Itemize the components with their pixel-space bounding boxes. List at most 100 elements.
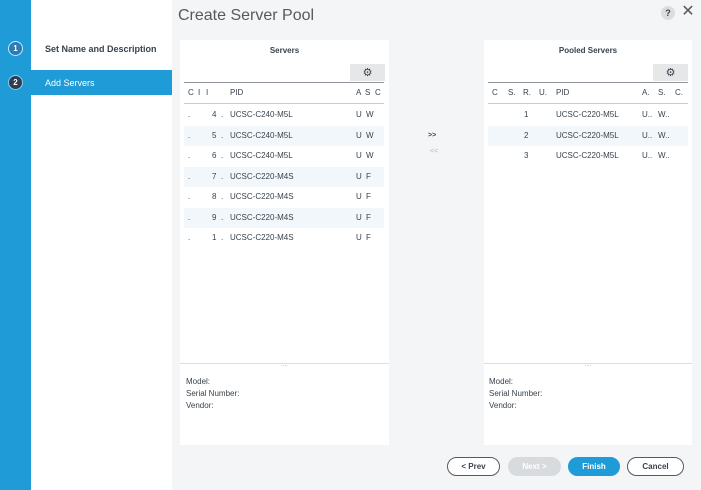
table-cell: F	[366, 171, 371, 181]
step-number-badge: 2	[8, 75, 23, 90]
table-cell: 3	[524, 151, 529, 160]
column-header[interactable]: PID	[556, 83, 569, 103]
table-cell: .	[188, 151, 191, 160]
wizard-steps-nav: 1 Set Name and Description 2 Add Servers	[0, 0, 172, 490]
table-cell: .	[221, 171, 224, 181]
table-cell: U	[356, 130, 362, 140]
table-cell: .	[221, 110, 224, 119]
column-header[interactable]: S.	[658, 83, 666, 103]
servers-panel: Servers ⚙ C I I PID A S C . 4. UCSC-C240-M…	[180, 40, 389, 445]
table-cell: 2	[524, 130, 529, 140]
table-cell: UCSC-C220-M5L	[556, 110, 619, 119]
column-header[interactable]: A.	[642, 83, 650, 103]
table-cell: UCSC-C240-M5L	[230, 130, 293, 140]
column-header[interactable]: R.	[523, 83, 531, 103]
wizard-step-add-servers[interactable]: 2 Add Servers	[0, 70, 172, 95]
table-cell: 1	[524, 110, 529, 119]
table-cell: 1	[212, 233, 217, 242]
column-header[interactable]: S	[365, 83, 370, 103]
table-cell: W..	[658, 130, 670, 140]
serial-number-label: Serial Number:	[186, 389, 240, 398]
step-label: Set Name and Description	[45, 43, 157, 54]
table-cell: UCSC-C220-M5L	[556, 151, 619, 160]
table-cell: U	[356, 110, 362, 119]
table-row[interactable]: 2 UCSC-C220-M5L U.. W..	[488, 125, 688, 146]
table-cell: .	[188, 233, 191, 242]
table-cell: UCSC-C220-M4S	[230, 212, 294, 222]
table-row[interactable]: . 8. UCSC-C220-M4S U F	[184, 187, 384, 207]
column-header[interactable]: C	[188, 83, 194, 103]
step-label: Add Servers	[45, 77, 95, 88]
resize-handle[interactable]: ....	[484, 362, 692, 368]
serial-number-label: Serial Number:	[489, 389, 543, 398]
table-cell: F	[366, 233, 371, 242]
table-cell: F	[366, 212, 371, 222]
column-header[interactable]: A	[356, 83, 361, 103]
table-cell: UCSC-C220-M4S	[230, 233, 294, 242]
table-cell: .	[221, 192, 224, 201]
gear-icon[interactable]: ⚙	[653, 64, 688, 81]
close-icon[interactable]: ✕	[680, 3, 696, 21]
table-cell: .	[221, 212, 224, 222]
table-cell: W	[366, 130, 374, 140]
table-cell: W	[366, 151, 374, 160]
table-cell: .	[221, 130, 224, 140]
table-cell: U..	[642, 110, 653, 119]
table-row[interactable]: . 1. UCSC-C220-M4S U F	[184, 228, 384, 248]
column-header[interactable]: C.	[675, 83, 683, 103]
table-cell: UCSC-C220-M5L	[556, 130, 619, 140]
table-cell: W	[366, 110, 374, 119]
dialog-title: Create Server Pool	[178, 7, 315, 24]
pooled-server-details: Model: Serial Number: Vendor:	[489, 376, 542, 412]
table-cell: .	[188, 212, 191, 222]
finish-button[interactable]: Finish	[568, 457, 620, 476]
column-header[interactable]: C	[375, 83, 381, 103]
table-cell: UCSC-C240-M5L	[230, 110, 293, 119]
pooled-panel-title: Pooled Servers	[558, 46, 618, 55]
table-row[interactable]: 3 UCSC-C220-M5L U.. W..	[488, 146, 688, 166]
gear-icon[interactable]: ⚙	[350, 64, 385, 81]
table-cell: 7	[212, 171, 217, 181]
table-cell: U..	[642, 151, 653, 160]
table-row[interactable]: . 4. UCSC-C240-M5L U W	[184, 105, 384, 125]
table-cell: U	[356, 171, 362, 181]
table-row[interactable]: 1 UCSC-C220-M5L U.. W..	[488, 105, 688, 125]
table-row[interactable]: . 6. UCSC-C240-M5L U W	[184, 146, 384, 166]
next-button[interactable]: Next >	[508, 457, 561, 476]
table-cell: 6	[212, 151, 217, 160]
remove-from-pool-button[interactable]: <<	[430, 148, 438, 155]
column-header[interactable]: PID	[230, 83, 243, 103]
servers-table-header: C I I PID A S C	[184, 82, 384, 104]
table-cell: .	[188, 110, 191, 119]
resize-handle[interactable]: ....	[180, 362, 389, 368]
column-header[interactable]: S.	[508, 83, 516, 103]
table-row[interactable]: . 9. UCSC-C220-M4S U F	[184, 207, 384, 228]
vendor-label: Vendor:	[186, 401, 214, 410]
table-cell: U	[356, 212, 362, 222]
table-cell: 8	[212, 192, 217, 201]
column-header[interactable]: U.	[539, 83, 547, 103]
cancel-button[interactable]: Cancel	[627, 457, 684, 476]
add-to-pool-button[interactable]: >>	[428, 132, 436, 139]
table-cell: UCSC-C240-M5L	[230, 151, 293, 160]
prev-button[interactable]: < Prev	[447, 457, 500, 476]
pooled-table-header: C S. R. U. PID A. S. C.	[488, 82, 688, 104]
table-cell: .	[188, 171, 191, 181]
table-cell: F	[366, 192, 371, 201]
help-icon[interactable]: ?	[661, 6, 675, 20]
column-header[interactable]: I	[198, 83, 200, 103]
table-cell: U..	[642, 130, 653, 140]
table-cell: U	[356, 233, 362, 242]
table-cell: 4	[212, 110, 217, 119]
table-row[interactable]: . 7. UCSC-C220-M4S U F	[184, 166, 384, 187]
table-cell: UCSC-C220-M4S	[230, 192, 294, 201]
table-cell: W..	[658, 151, 670, 160]
wizard-step-set-name[interactable]: 1 Set Name and Description	[0, 36, 172, 61]
table-row[interactable]: . 5. UCSC-C240-M5L U W	[184, 125, 384, 146]
table-cell: .	[188, 130, 191, 140]
column-header[interactable]: I	[206, 83, 208, 103]
table-cell: U	[356, 151, 362, 160]
table-cell: UCSC-C220-M4S	[230, 171, 294, 181]
column-header[interactable]: C	[492, 83, 498, 103]
pooled-servers-panel: Pooled Servers ⚙ C S. R. U. PID A. S. C.…	[484, 40, 692, 445]
